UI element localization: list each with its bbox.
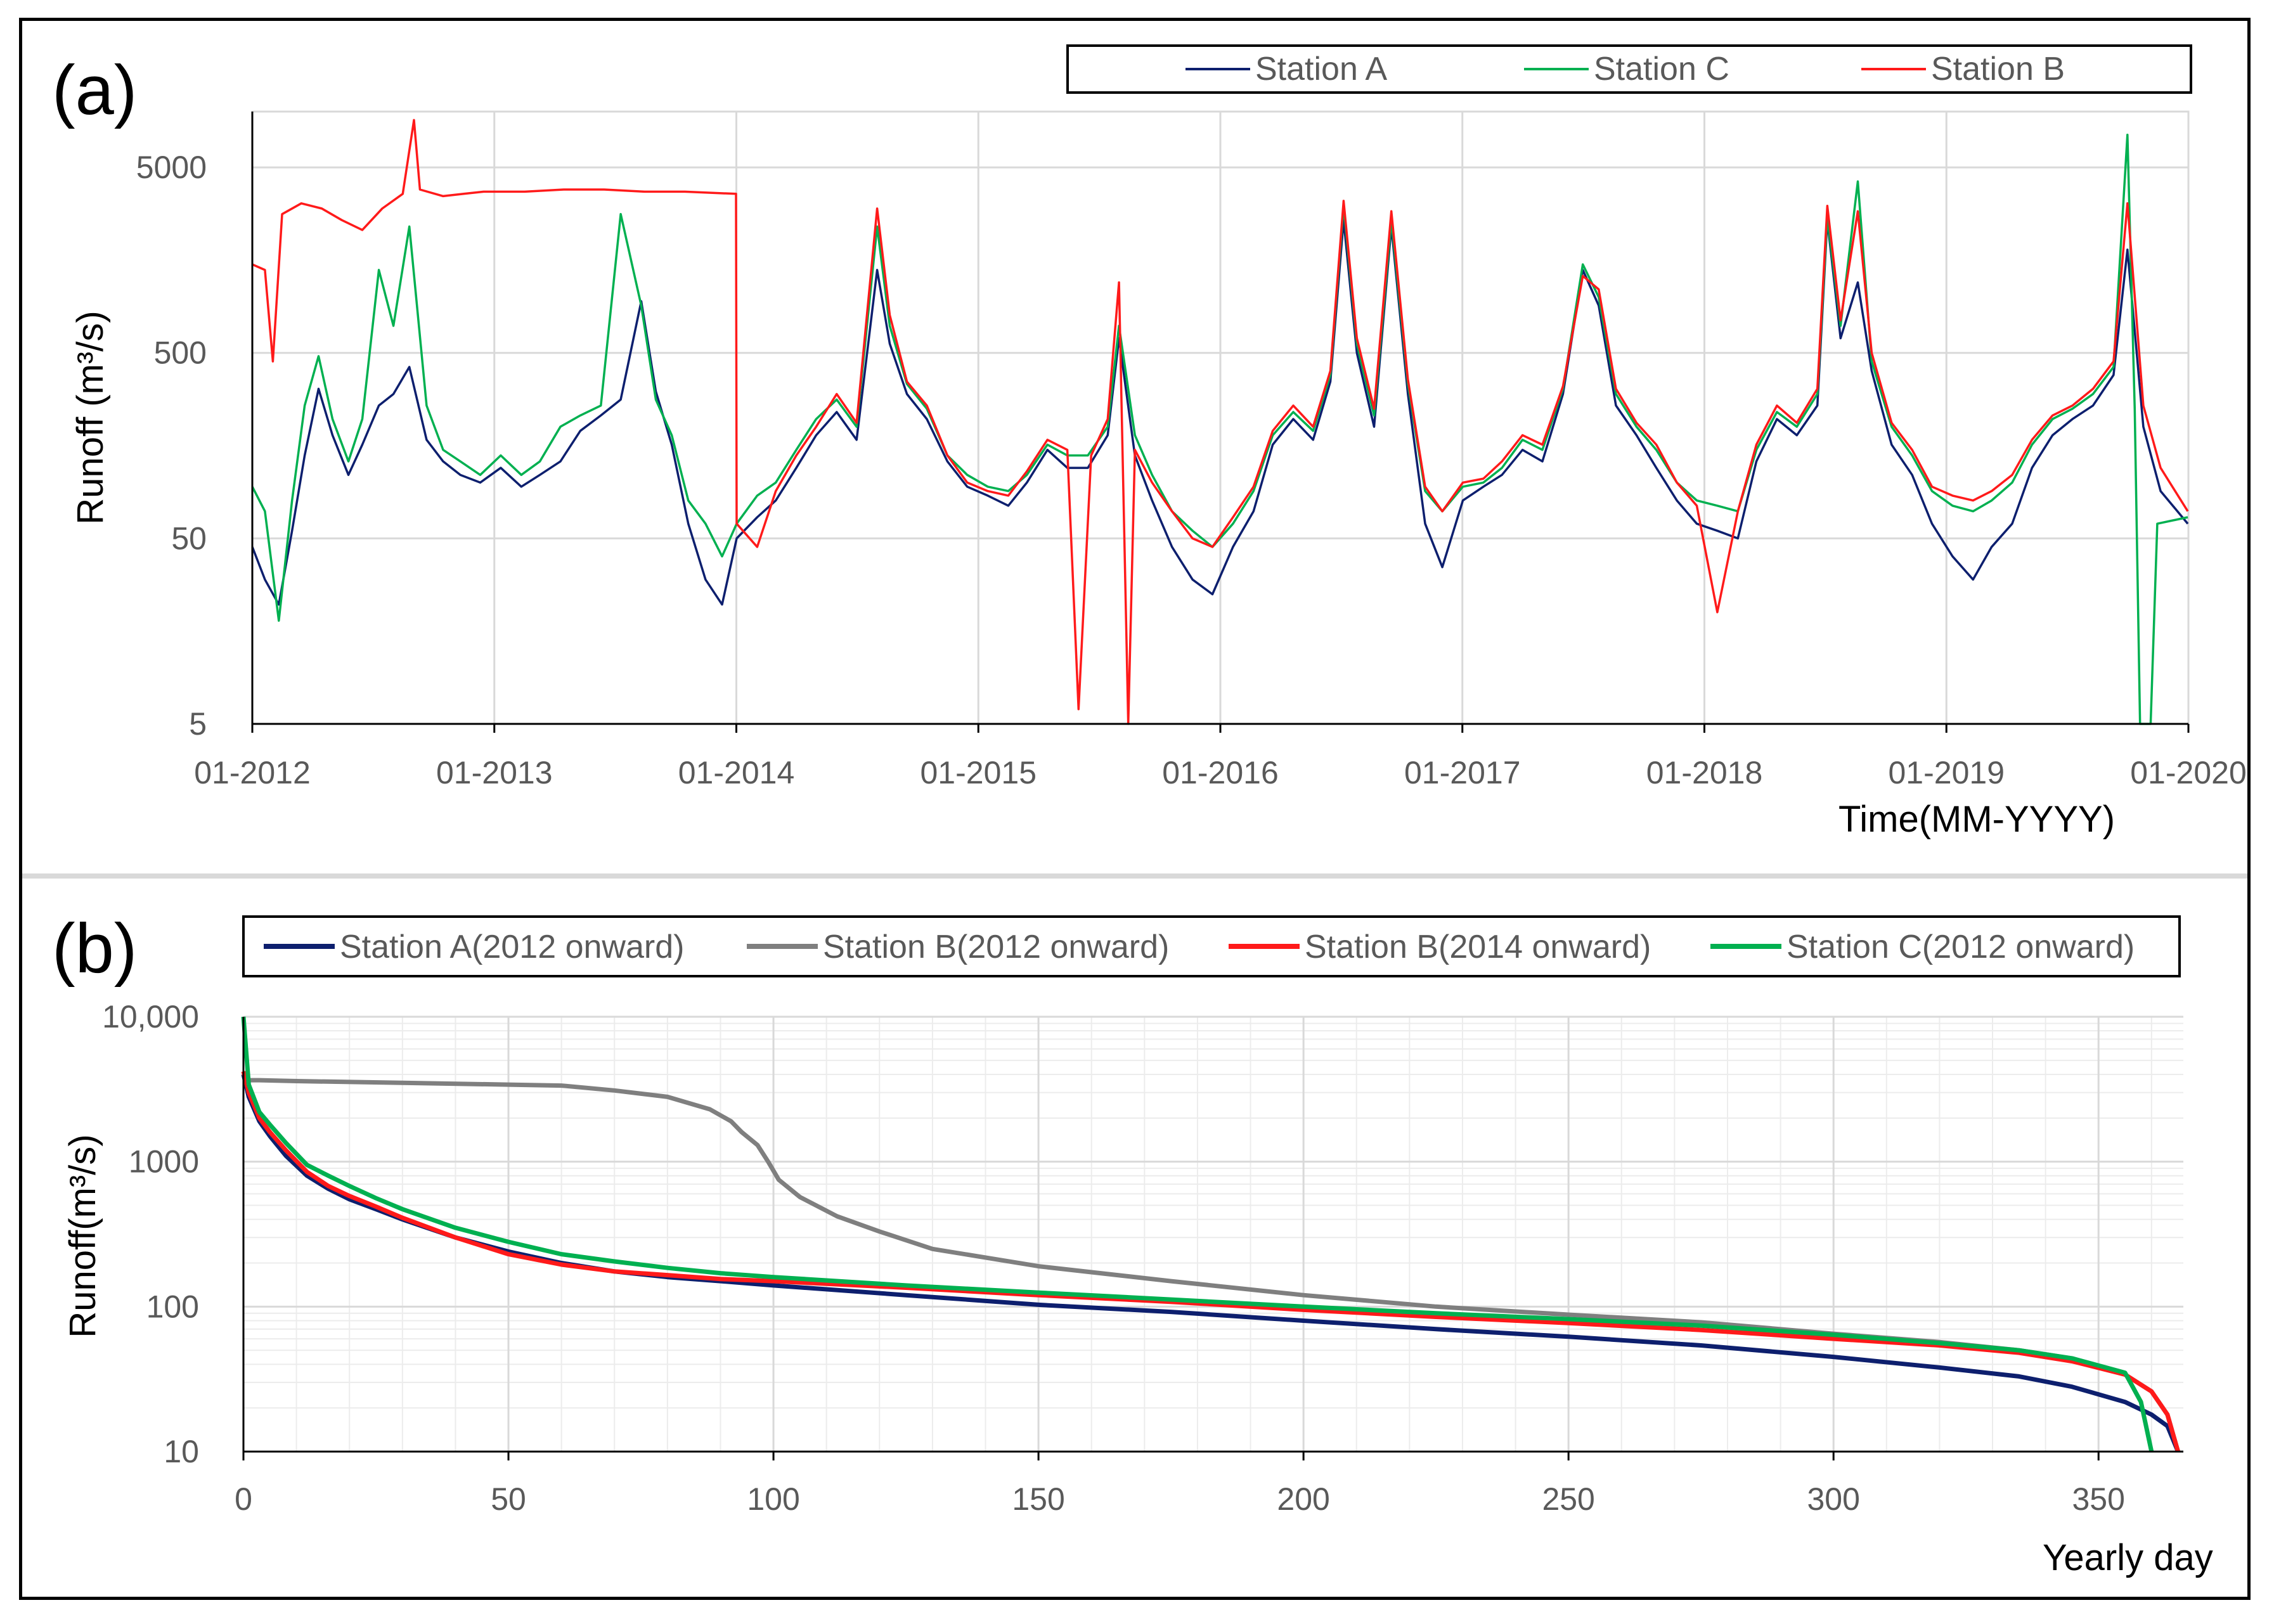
x-axis-title-a: Time(MM-YYYY) — [1838, 799, 2115, 840]
x-tick-label-b: 350 — [2072, 1481, 2125, 1517]
x-tick-label-a: 01-2015 — [921, 755, 1037, 790]
y-tick-label-b: 1000 — [129, 1144, 199, 1180]
y-axis-title-a: Runoff (m³/s) — [70, 311, 111, 524]
y-ticks-a: 5 50 500 5000 — [136, 150, 207, 742]
legend-b-label: Station A(2012 onward) — [340, 929, 684, 965]
x-tick-label-a: 01-2019 — [1889, 755, 2005, 790]
gridlines-b — [242, 1015, 2183, 1453]
series-b — [241, 1016, 2180, 1453]
x-tick-label-a: 01-2013 — [436, 755, 553, 790]
x-tick-label-b: 200 — [1277, 1481, 1329, 1517]
figure-svg: (a) Station A Station C Station B 55050050… — [52, 44, 2247, 1578]
x-tick-label-b: 50 — [491, 1481, 526, 1517]
y-tick-label-b: 10 — [164, 1434, 199, 1469]
x-tick-label-a: 01-2017 — [1404, 755, 1521, 790]
x-tick-label-a: 01-2012 — [194, 755, 311, 790]
x-tick-label-b: 150 — [1012, 1481, 1064, 1517]
legend-a-label: Station C — [1594, 51, 1729, 87]
legend-b-label: Station C(2012 onward) — [1786, 929, 2135, 965]
y-tick-label-a: 50 — [171, 520, 207, 556]
x-tick-label-a: 01-2020 — [2130, 755, 2247, 790]
legend-b-label: Station B(2014 onward) — [1305, 929, 1651, 965]
x-tick-label-a: 01-2016 — [1162, 755, 1279, 790]
legend-a: Station A Station C Station B — [1185, 51, 2065, 87]
panel-a-label: (a) — [52, 51, 137, 129]
legend-a-label: Station A — [1255, 51, 1387, 87]
legend-a-label: Station B — [1931, 51, 2065, 87]
x-tick-label-b: 250 — [1542, 1481, 1594, 1517]
y-tick-label-b: 100 — [146, 1289, 199, 1324]
y-tick-label-b: 10,000 — [102, 999, 199, 1034]
y-tick-label-a: 500 — [154, 335, 207, 371]
x-ticks-b: 0 50 100 150 200 250 300 350 — [235, 1452, 2125, 1517]
series-line-station-b-2012-onward- — [243, 1077, 2180, 1452]
y-ticks-b: 10 100 1000 10,000 — [102, 999, 199, 1469]
y-tick-label-a: 5 — [189, 706, 207, 742]
y-axis-title-b: Runoff(m³/s) — [62, 1134, 103, 1337]
x-tick-label-b: 300 — [1807, 1481, 1859, 1517]
gridlines-a — [251, 112, 2190, 725]
x-ticks-a: 01-2012 01-2013 01-2014 01-2015 01-2016 01-20… — [194, 724, 2247, 790]
x-tick-label-a: 01-2014 — [678, 755, 795, 790]
panel-b-label: (b) — [52, 910, 137, 988]
x-tick-label-b: 100 — [747, 1481, 799, 1517]
y-tick-label-a: 5000 — [136, 150, 207, 185]
series-line-station-b-2014-onward- — [241, 1071, 2180, 1452]
x-tick-label-b: 0 — [235, 1481, 252, 1517]
x-axis-title-b: Yearly day — [2043, 1537, 2213, 1578]
x-tick-label-a: 01-2018 — [1646, 755, 1763, 790]
legend-b-label: Station B(2012 onward) — [823, 929, 1169, 965]
